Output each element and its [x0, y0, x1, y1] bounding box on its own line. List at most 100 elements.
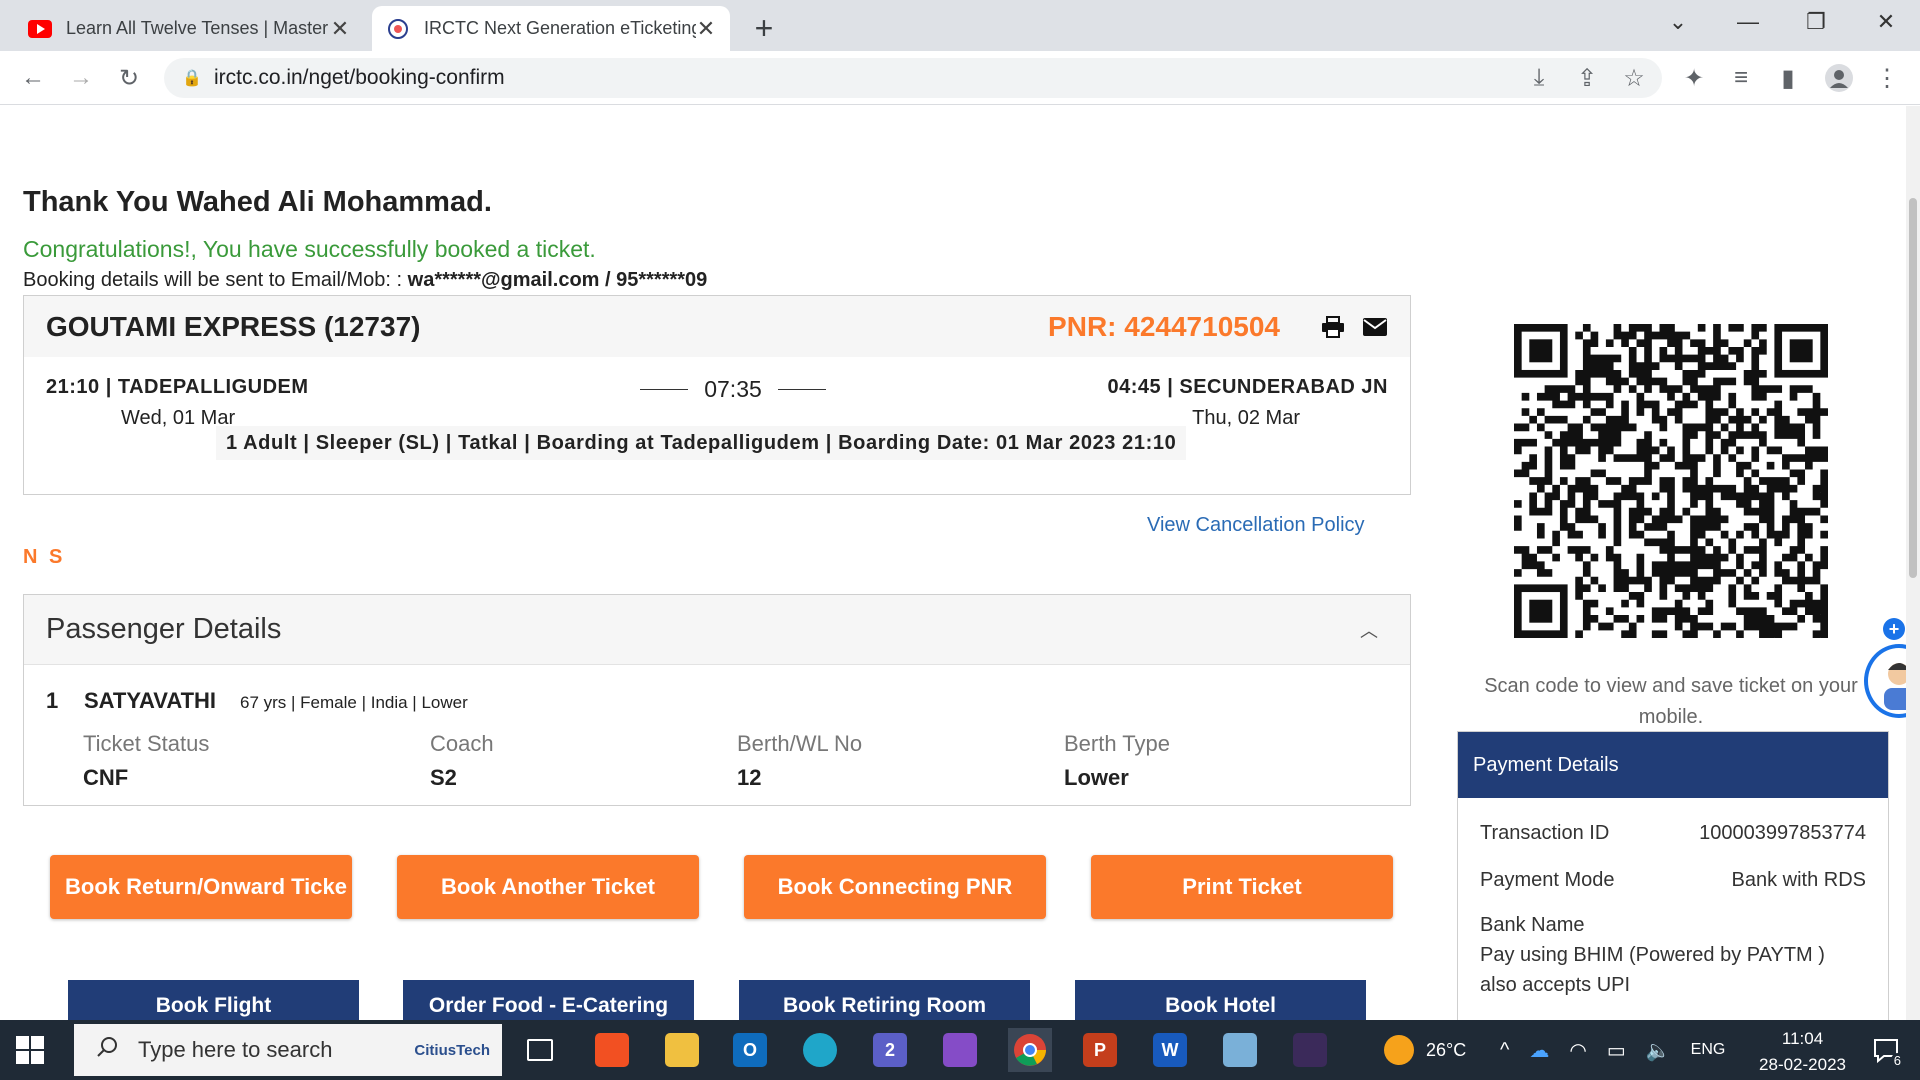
scrollbar-thumb[interactable]: [1909, 198, 1917, 578]
order-food-button[interactable]: Order Food - E-Catering: [403, 980, 694, 1020]
booking-info-label: Booking details will be sent to Email/Mo…: [23, 269, 408, 291]
payment-mode-row: Payment Mode Bank with RDS: [1458, 869, 1888, 892]
teams-icon[interactable]: 2: [868, 1028, 912, 1072]
wifi-icon[interactable]: ◠: [1569, 1038, 1586, 1063]
notepad-icon[interactable]: [1218, 1028, 1262, 1072]
tab-youtube[interactable]: Learn All Twelve Tenses | Master I ✕: [14, 6, 364, 51]
address-bar[interactable]: 🔒 irctc.co.in/nget/booking-confirm: [164, 58, 1662, 98]
train-name: GOUTAMI EXPRESS (12737): [46, 310, 421, 342]
outlook-icon[interactable]: O: [728, 1028, 772, 1072]
book-flight-button[interactable]: Book Flight: [68, 980, 359, 1020]
file-explorer-icon[interactable]: [660, 1028, 704, 1072]
journey-duration: 07:35: [624, 376, 842, 403]
passenger-details-panel: Passenger Details ︿ 1 SATYAVATHI 67 yrs …: [23, 594, 1411, 806]
notification-count: 6: [1890, 1053, 1904, 1068]
passenger-details-header[interactable]: Passenger Details ︿: [24, 595, 1410, 665]
close-tab-icon[interactable]: ✕: [330, 16, 350, 42]
system-clock[interactable]: 11:04 28-02-2023: [1759, 1026, 1846, 1078]
browser-toolbar: ← → ↻ 🔒 irctc.co.in/nget/booking-confirm…: [0, 51, 1920, 105]
onedrive-icon[interactable]: ☁: [1529, 1038, 1549, 1063]
close-tab-icon[interactable]: ✕: [696, 16, 716, 42]
transaction-row: Transaction ID 100003997853774: [1458, 822, 1888, 845]
edge-icon[interactable]: [798, 1028, 842, 1072]
back-icon[interactable]: ←: [16, 61, 50, 95]
word-icon[interactable]: W: [1148, 1028, 1192, 1072]
booking-contact-info: Booking details will be sent to Email/Mo…: [23, 269, 707, 292]
print-ticket-button[interactable]: Print Ticket: [1091, 855, 1393, 919]
tab-irctc[interactable]: IRCTC Next Generation eTicketing ✕: [372, 6, 730, 51]
column-label: Coach: [430, 731, 494, 756]
share-icon[interactable]: ⇪: [1570, 61, 1604, 95]
chevron-up-icon[interactable]: ︿: [1360, 617, 1378, 643]
clock-time: 11:04: [1781, 1029, 1824, 1048]
taskbar-search-box[interactable]: Type here to search CitiusTech: [74, 1024, 502, 1076]
forward-icon[interactable]: →: [64, 61, 98, 95]
microsoft-store-icon[interactable]: [590, 1028, 634, 1072]
book-retiring-room-button[interactable]: Book Retiring Room: [739, 980, 1030, 1020]
minimize-button[interactable]: —: [1718, 0, 1778, 44]
email-icon[interactable]: [1362, 316, 1388, 338]
terminal-icon[interactable]: [1288, 1028, 1332, 1072]
duration-divider: [777, 389, 826, 390]
url-text: irctc.co.in/nget/booking-confirm: [214, 66, 505, 89]
tab-search-icon[interactable]: ⌄: [1648, 0, 1708, 44]
reload-icon[interactable]: ↻: [112, 61, 146, 95]
browser-tab-bar: Learn All Twelve Tenses | Master I ✕ IRC…: [0, 0, 1920, 51]
extensions-icon[interactable]: ✦: [1677, 61, 1711, 95]
column-label: Berth Type: [1064, 731, 1170, 756]
arrival-time-station: 04:45 | SECUNDERABAD JN: [1107, 376, 1388, 398]
close-window-button[interactable]: ✕: [1856, 0, 1916, 44]
departure-time-station: 21:10 | TADEPALLIGUDEM: [46, 376, 309, 398]
duration-value: 07:35: [704, 376, 762, 402]
column-value: S2: [430, 765, 457, 790]
duration-divider: [640, 389, 689, 390]
volume-icon[interactable]: 🔈: [1646, 1038, 1671, 1063]
install-icon[interactable]: ⤓: [1522, 61, 1556, 95]
payment-details-panel: Payment Details Transaction ID 100003997…: [1457, 731, 1889, 1020]
battery-icon[interactable]: ▭: [1607, 1038, 1626, 1063]
weather-widget[interactable]: 26°C: [1384, 1020, 1466, 1080]
media-control-icon[interactable]: ≡: [1724, 61, 1758, 95]
column-value: Lower: [1064, 765, 1129, 790]
column-value: CNF: [83, 765, 129, 790]
windows-start-icon[interactable]: [14, 1034, 46, 1066]
cancellation-policy-link[interactable]: View Cancellation Policy: [1147, 514, 1365, 537]
chrome-icon[interactable]: [1008, 1028, 1052, 1072]
search-placeholder: Type here to search: [138, 1037, 333, 1062]
payment-mode-label: Payment Mode: [1480, 869, 1615, 891]
bookmark-star-icon[interactable]: ☆: [1617, 61, 1651, 95]
profile-avatar-icon[interactable]: [1822, 61, 1856, 95]
visual-studio-icon[interactable]: [938, 1028, 982, 1072]
book-return-ticket-button[interactable]: Book Return/Onward Ticke: [50, 855, 352, 919]
page-scrollbar[interactable]: [1906, 106, 1920, 1020]
tab-title: IRCTC Next Generation eTicketing: [424, 18, 696, 38]
windows-taskbar: Type here to search CitiusTech O 2 P W 2…: [0, 1020, 1920, 1080]
chat-expand-icon[interactable]: +: [1883, 618, 1905, 640]
side-panel-icon[interactable]: ▮: [1771, 61, 1805, 95]
lock-icon: 🔒: [182, 70, 202, 87]
task-view-icon[interactable]: [518, 1028, 562, 1072]
search-icon: [96, 1036, 120, 1064]
payment-details-title: Payment Details: [1458, 732, 1888, 798]
ticket-status-column: Ticket Status CNF: [83, 731, 209, 791]
restore-button[interactable]: ❐: [1786, 0, 1846, 44]
column-value: 12: [737, 765, 762, 790]
irctc-logo-icon: [386, 17, 410, 41]
powerpoint-icon[interactable]: P: [1078, 1028, 1122, 1072]
system-tray[interactable]: ^ ☁ ◠ ▭ 🔈 ENG: [1500, 1020, 1725, 1080]
chevron-up-icon[interactable]: ^: [1500, 1039, 1509, 1062]
bank-name-label: Bank Name: [1480, 914, 1585, 936]
book-another-ticket-button[interactable]: Book Another Ticket: [397, 855, 699, 919]
weather-temp: 26°C: [1426, 1039, 1467, 1060]
book-hotel-button[interactable]: Book Hotel: [1075, 980, 1366, 1020]
language-indicator[interactable]: ENG: [1691, 1041, 1726, 1059]
menu-kebab-icon[interactable]: ⋮: [1870, 61, 1904, 95]
new-tab-button[interactable]: +: [750, 10, 778, 47]
book-connecting-pnr-button[interactable]: Book Connecting PNR: [744, 855, 1046, 919]
notification-center-icon[interactable]: 6: [1872, 1036, 1904, 1068]
bank-name-value: Pay using BHIM (Powered by PAYTM ) also …: [1480, 944, 1825, 996]
print-icon[interactable]: [1320, 315, 1346, 338]
page-content: Thank You Wahed Ali Mohammad. Congratula…: [0, 106, 1920, 1020]
journey-header: GOUTAMI EXPRESS (12737) PNR: 4244710504: [24, 296, 1410, 357]
passenger-name: SATYAVATHI: [84, 688, 217, 713]
